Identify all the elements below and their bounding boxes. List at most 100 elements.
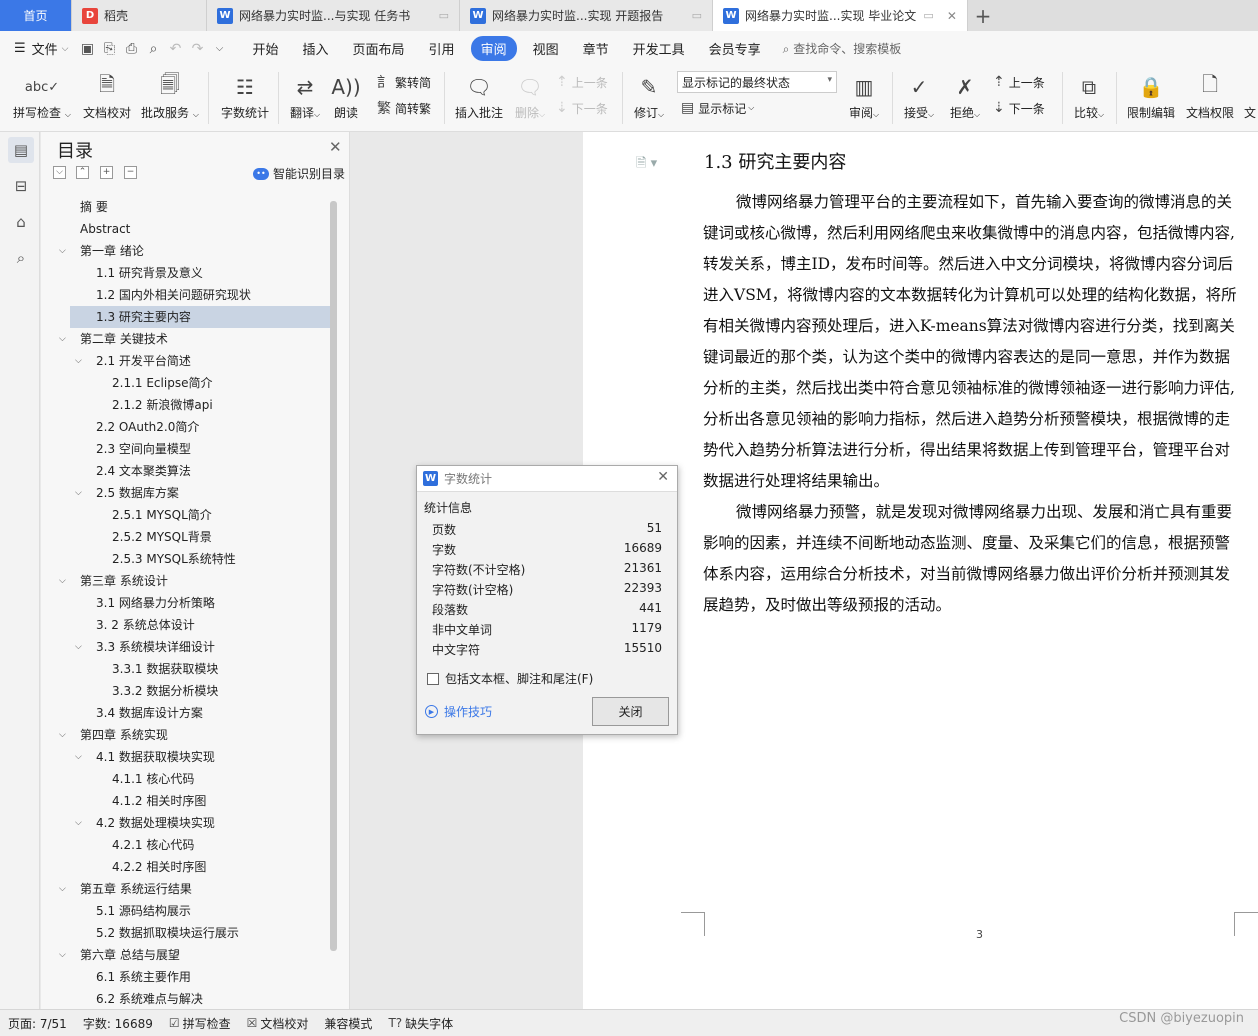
next-change-button[interactable]: ⇣ 下一条 [993,97,1045,119]
dialog-titlebar[interactable]: W 字数统计 ✕ [417,466,677,492]
smart-toc-button[interactable]: •• 智能识别目录 [253,165,345,182]
toc-item[interactable]: ⌵ 第二章 关键技术 [59,328,330,350]
doc-permission-button[interactable]: 🗋 文档权限 [1184,70,1236,128]
ribbon-overflow-item[interactable]: 文 [1242,70,1258,128]
menu-insert[interactable]: 插入 [291,39,341,58]
toc-item[interactable]: ⌵ 第五章 系统运行结果 [59,878,330,900]
quick-access-dropdown-icon[interactable]: ⌵ [209,38,231,60]
compare-button[interactable]: ⧉ 比较⌵ [1070,70,1108,128]
menu-references[interactable]: 引用 [417,39,467,58]
toc-item[interactable]: 4.1.1 核心代码 [70,768,330,790]
toc-pane-icon[interactable]: ▤ [8,137,34,163]
tab-doc-task[interactable]: W 网络暴力实时监...与实现 任务书 ▭ [207,0,460,31]
tips-link[interactable]: ▶ 操作技巧 [425,703,492,720]
toc-item[interactable]: 2.5.3 MYSQL系统特性 [70,548,330,570]
menu-review[interactable]: 审阅 [470,36,517,61]
toc-item[interactable]: ⌵ 第四章 系统实现 [59,724,330,746]
toc-item[interactable]: 5.2 数据抓取模块运行展示 [70,922,330,944]
toc-scrollbar[interactable] [330,201,337,951]
spellcheck-button[interactable]: abc✓ 拼写检查 ⌵ [12,70,72,128]
toc-item[interactable]: 4.1.2 相关时序图 [70,790,330,812]
toc-item[interactable]: ⌵ 第一章 绪论 [59,240,330,262]
toc-item[interactable]: 2.5.2 MYSQL背景 [70,526,330,548]
paragraph-menu-icon[interactable]: 🗎 ▾ [636,154,657,176]
restrict-edit-button[interactable]: 🔒 限制编辑 [1124,70,1178,128]
markup-state-select[interactable]: 显示标记的最终状态 ▾ [677,71,837,93]
save-icon[interactable]: ▣ [77,38,99,60]
toc-item[interactable]: 2.1.1 Eclipse简介 [70,372,330,394]
doc-proof-button[interactable]: 🗎 文档校对 [80,70,134,128]
toc-item[interactable]: 5.1 源码结构展示 [70,900,330,922]
chevron-down-icon[interactable]: ⌵ [75,746,82,768]
insert-comment-button[interactable]: 🗨 插入批注 [452,70,506,128]
toc-item[interactable]: 6.1 系统主要作用 [70,966,330,988]
read-aloud-button[interactable]: A)) 朗读 [330,70,362,128]
toc-item[interactable]: ⌵ 4.1 数据获取模块实现 [70,746,330,768]
file-menu[interactable]: ☰ 文件 ⌵ [0,39,77,58]
chevron-down-icon[interactable]: ⌵ [59,328,66,350]
delete-comment-button[interactable]: 🗨 删除⌵ [510,70,550,128]
toc-item[interactable]: 2.5.1 MYSQL简介 [70,504,330,526]
menu-developer[interactable]: 开发工具 [621,39,697,58]
chevron-down-icon[interactable]: ⌵ [75,482,82,504]
menu-layout[interactable]: 页面布局 [341,39,417,58]
menu-view[interactable]: 视图 [521,39,571,58]
toc-item[interactable]: 4.2.2 相关时序图 [70,856,330,878]
tab-doc-thesis[interactable]: W 网络暴力实时监...实现 毕业论文 ▭ ✕ [713,0,968,31]
tab-daoke[interactable]: D 稻壳 [72,0,207,31]
new-tab-button[interactable]: + [968,0,998,31]
chevron-down-icon[interactable]: ⌵ [75,636,82,658]
toc-item[interactable]: 3.3.1 数据获取模块 [70,658,330,680]
chevron-down-icon[interactable]: ⌵ [75,812,82,834]
page-indicator[interactable]: 页面: 7/51 [0,1015,75,1032]
print-icon[interactable]: ⎙ [121,38,143,60]
chevron-down-icon[interactable]: ⌵ [59,240,66,262]
toc-item[interactable]: 1.2 国内外相关问题研究现状 [70,284,330,306]
close-button[interactable]: 关闭 [592,697,669,726]
toc-item[interactable]: 3.4 数据库设计方案 [70,702,330,724]
toc-item[interactable]: 3.1 网络暴力分析策略 [70,592,330,614]
toc-item[interactable]: 3.3.2 数据分析模块 [70,680,330,702]
spellcheck-status[interactable]: ☑ 拼写检查 [161,1015,239,1032]
toc-item[interactable]: Abstract [70,218,330,240]
toc-item[interactable]: 3. 2 系统总体设计 [70,614,330,636]
plus-icon[interactable]: + [100,166,113,179]
word-count-button[interactable]: ☷ 字数统计 [218,70,272,128]
review-pane-button[interactable]: ▥ 审阅⌵ [846,70,882,128]
missing-font[interactable]: T? 缺失字体 [380,1015,461,1032]
toc-item[interactable]: ⌵ 4.2 数据处理模块实现 [70,812,330,834]
chapter-nav-icon[interactable]: ⊟ [8,173,34,199]
next-comment-button[interactable]: ⇣ 下一条 [556,97,608,119]
chevron-down-icon[interactable]: ⌵ [59,570,66,592]
tab-home[interactable]: 首页 [0,0,72,31]
search-icon[interactable]: ⌕ [8,245,34,271]
menu-section[interactable]: 章节 [571,39,621,58]
toc-item[interactable]: ⌵ 2.5 数据库方案 [70,482,330,504]
toc-item[interactable]: 2.4 文本聚类算法 [70,460,330,482]
bookmark-icon[interactable]: ⌂ [8,209,34,235]
toc-item[interactable]: ⌵ 2.1 开发平台简述 [70,350,330,372]
toc-item[interactable]: ⌵ 第三章 系统设计 [59,570,330,592]
toc-item[interactable]: 摘 要 [70,196,330,218]
show-markup-button[interactable]: ▤ 显示标记 ⌵ [681,97,754,119]
toc-item[interactable]: ⌵ 第六章 总结与展望 [59,944,330,966]
print-preview-icon[interactable]: ⌕ [143,38,165,60]
proof-status[interactable]: ☒ 文档校对 [239,1015,317,1032]
trad-to-simp-button[interactable]: 訁繁转简 [377,71,431,93]
toc-item[interactable]: 6.2 系统难点与解决 [70,988,330,1009]
prev-comment-button[interactable]: ⇡ 上一条 [556,71,608,93]
reject-button[interactable]: ✗ 拒绝⌵ [946,70,984,128]
toc-item[interactable]: 2.1.2 新浪微博api [70,394,330,416]
accept-button[interactable]: ✓ 接受⌵ [900,70,938,128]
toc-item[interactable]: ⌵ 3.3 系统模块详细设计 [70,636,330,658]
minus-icon[interactable]: − [124,166,137,179]
chevron-down-icon[interactable]: ⌵ [59,878,66,900]
include-textbox-checkbox[interactable]: 包括文本框、脚注和尾注(F) [427,670,593,687]
close-tab-icon[interactable]: ✕ [941,9,957,23]
simp-to-trad-button[interactable]: 繁简转繁 [377,97,431,119]
command-search[interactable]: ⌕ 查找命令、搜索模板 [783,40,902,57]
toc-item[interactable]: 2.3 空间向量模型 [70,438,330,460]
close-icon[interactable]: ✕ [329,138,342,156]
toc-item[interactable]: 4.2.1 核心代码 [70,834,330,856]
toc-item[interactable]: 1.3 研究主要内容 [70,306,330,328]
